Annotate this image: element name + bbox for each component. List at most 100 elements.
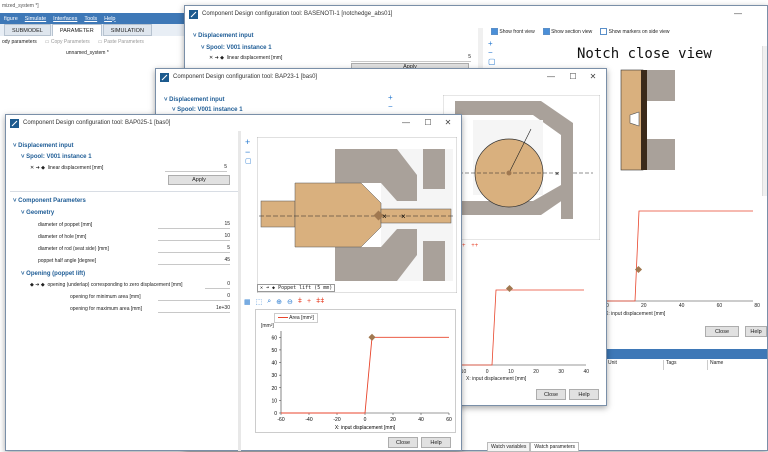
zoom-in-icon[interactable]: + <box>488 39 494 48</box>
param-value-input[interactable]: 5 <box>158 245 230 253</box>
panel-splitter[interactable] <box>238 131 241 451</box>
checkbox-icon <box>491 28 498 35</box>
col-name[interactable]: Name <box>707 360 723 370</box>
w2-close-button[interactable]: Close <box>536 389 566 400</box>
zoom-out-icon[interactable]: − <box>388 102 393 111</box>
zoom-out-icon[interactable]: − <box>488 48 494 57</box>
maximize-button[interactable]: ☐ <box>419 117 437 129</box>
select-icon[interactable]: ⬚ <box>256 298 263 306</box>
tab-simulation[interactable]: SIMULATION <box>102 24 152 36</box>
param-value-input[interactable]: 10 <box>158 233 230 241</box>
minimize-button[interactable]: — <box>397 117 415 129</box>
x-tick-label: 40 <box>418 417 424 423</box>
show-front-label: Show front view <box>499 28 535 35</box>
w1-help-button[interactable]: Help <box>745 326 767 337</box>
tick-label: 30 <box>558 369 564 375</box>
minimize-button[interactable]: — <box>542 71 560 83</box>
chart-legend: Area [mm²] <box>274 313 318 323</box>
y-tick-label: 40 <box>271 361 277 367</box>
fit-icon[interactable]: ▢ <box>245 157 252 167</box>
svg-text:×: × <box>555 171 559 178</box>
component-params-header: ˅ Component Parameters <box>13 198 86 204</box>
menu-interfaces[interactable]: Interfaces <box>53 16 77 22</box>
copy-parameters-button[interactable]: ▭ Copy Parameters <box>45 39 90 45</box>
displacement-header-label: Displacement input <box>18 143 74 149</box>
x-tick-label: -40 <box>305 417 312 423</box>
w3-zoom-tools: + − ▢ <box>245 137 252 167</box>
main-toolbar: ody parameters ▭ Copy Parameters ▭ Paste… <box>0 37 185 47</box>
zoom-out-icon[interactable]: − <box>245 147 252 157</box>
window-title: Component Design configuration tool: BAS… <box>202 11 393 17</box>
help-button[interactable]: Help <box>421 437 451 448</box>
spool-label: Spool: V001 instance 1 <box>26 154 92 160</box>
displacement-header: ˅ Displacement input <box>164 97 225 103</box>
app-logo-icon <box>10 118 19 128</box>
x-axis-label: X: input displacement [mm] <box>335 425 396 431</box>
linear-displacement-row: ✕ ➜ ◆ linear displacement [mm] <box>30 165 104 171</box>
linear-label-text: linear displacement [mm] <box>47 165 104 171</box>
close-button[interactable]: Close <box>388 437 418 448</box>
zoom-in-chart-icon[interactable]: ⊕ <box>276 298 282 306</box>
cursor-icon[interactable]: ǂ <box>298 298 302 306</box>
param-value-input[interactable]: 45 <box>158 257 230 265</box>
menu-help[interactable]: Help <box>104 16 115 22</box>
show-section-view-toggle[interactable]: Show section view <box>542 28 592 35</box>
menu-figure[interactable]: figure <box>4 16 18 22</box>
marker-multi-icon[interactable]: ++ <box>471 243 478 249</box>
minimize-button[interactable]: — <box>729 8 747 20</box>
series-line-area <box>281 336 449 414</box>
w1-close-button[interactable]: Close <box>705 326 739 337</box>
close-window-button[interactable]: ✕ <box>584 71 602 83</box>
y-tick-label: 10 <box>271 398 277 404</box>
system-name: unnamed_system * <box>66 50 109 56</box>
show-markers-toggle[interactable]: Show markers on side view <box>600 28 669 35</box>
menu-simulate[interactable]: Simulate <box>25 16 46 22</box>
tick-label: 0 <box>485 369 489 375</box>
w2-help-button[interactable]: Help <box>569 389 599 400</box>
opening-value-input[interactable]: 1e+30 <box>158 305 230 313</box>
w2-zoom-tools: + − <box>388 93 393 111</box>
notch-drawing <box>620 69 675 171</box>
marker-multi-icon[interactable]: ǂǂ <box>316 298 324 306</box>
w1-scrollbar[interactable] <box>478 28 483 72</box>
show-front-view-toggle[interactable]: Show front view <box>491 28 535 35</box>
apply-button[interactable]: Apply <box>168 175 230 185</box>
zoom-in-icon[interactable]: + <box>245 137 252 147</box>
displacement-header: ˅ Displacement input <box>193 33 254 39</box>
displacement-header-label: Displacement input <box>169 97 225 103</box>
spool-header: ˅ Spool: V001 instance 1 <box>201 45 272 51</box>
x-tick-label: 20 <box>390 417 396 423</box>
linear-displacement-input[interactable]: 5 <box>165 164 227 172</box>
close-window-button[interactable]: ✕ <box>439 117 457 129</box>
col-unit[interactable]: Unit <box>605 360 663 370</box>
legend-swatch <box>278 317 288 319</box>
w2-chart-toolbar: + ++ <box>462 243 478 249</box>
opening-row: ◆ ➜ ◆ opening (underlap) corresponding t… <box>30 282 183 288</box>
linear-displacement-input[interactable]: 5 <box>351 54 471 62</box>
menu-tools[interactable]: Tools <box>84 16 97 22</box>
param-label: diameter of rod (seat side) [mm] <box>38 246 109 252</box>
param-label: diameter of hole [mm] <box>38 234 87 240</box>
tab-submodel[interactable]: SUBMODEL <box>4 24 51 36</box>
zoom-out-chart-icon[interactable]: ⊖ <box>287 298 293 306</box>
opening-header: ˅ Opening (poppet lift) <box>21 271 86 277</box>
opening-value-input[interactable]: 0 <box>158 293 230 301</box>
param-value-input[interactable]: 15 <box>158 221 230 229</box>
area-chart: 0102030405060-60 -40 -20 0 20 40 60X: input di… <box>271 331 452 431</box>
tab-parameter[interactable]: PARAMETER <box>51 24 102 36</box>
tick-label: 40 <box>583 369 589 375</box>
opening-value-input[interactable]: 0 <box>205 281 230 289</box>
marker-add-icon[interactable]: + <box>307 298 311 306</box>
tick-label: 80 <box>754 303 760 309</box>
fit-icon[interactable]: ▢ <box>488 57 496 66</box>
pan-icon[interactable]: ⌕ <box>267 298 271 306</box>
w1-vscroll[interactable] <box>762 46 767 196</box>
col-tags[interactable]: Tags <box>663 360 707 370</box>
paste-parameters-button[interactable]: ▭ Paste Parameters <box>98 39 144 45</box>
marker-add-icon[interactable]: + <box>462 243 466 249</box>
maximize-button[interactable]: ☐ <box>564 71 582 83</box>
parameters-panel: ˅ Displacement input ˅ Spool: V001 insta… <box>10 135 238 445</box>
grid-icon[interactable]: ▦ <box>244 298 251 306</box>
zoom-in-icon[interactable]: + <box>388 93 393 102</box>
poppet-section-drawing: × × <box>257 137 457 293</box>
